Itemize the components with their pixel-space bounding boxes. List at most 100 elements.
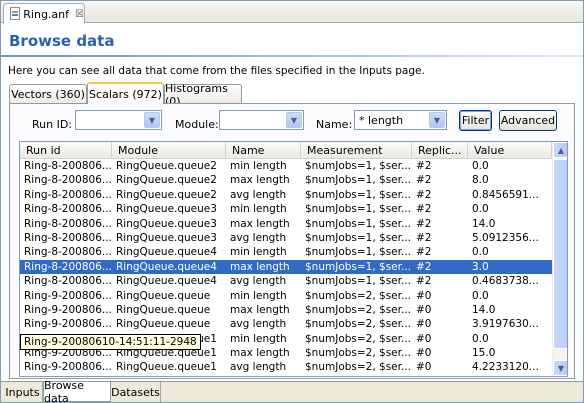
cell-value: 8.0 xyxy=(472,174,489,187)
cell-replication: #0 xyxy=(416,332,432,345)
cell-run-id: Ring-9-200806... xyxy=(24,303,112,316)
cell-value: 3.9197630... xyxy=(472,318,539,331)
cell-module: RingQueue.queue xyxy=(116,303,211,316)
scrollbar-thumb[interactable] xyxy=(553,159,567,349)
table-row[interactable]: Ring-8-200806... RingQueue.queue2 min leng… xyxy=(20,159,552,173)
cell-run-id: Ring-8-200806... xyxy=(24,275,112,288)
chevron-down-icon[interactable]: ▼ xyxy=(144,112,160,128)
column-header-module[interactable]: Module xyxy=(112,142,226,159)
cell-module: RingQueue.queue4 xyxy=(116,246,217,259)
cell-name: avg length xyxy=(230,231,287,244)
cell-replication: #2 xyxy=(416,174,432,187)
arrow-up-icon[interactable]: ▲ xyxy=(553,142,567,158)
window: Ring.anf ☒ Browse data Here you can see … xyxy=(0,0,584,403)
cell-name: min length xyxy=(230,289,287,302)
cell-module: RingQueue.queue2 xyxy=(116,160,217,172)
cell-value: 0.0 xyxy=(472,246,489,259)
column-header-value[interactable]: Value xyxy=(468,142,552,159)
table-row[interactable]: Ring-8-200806... RingQueue.queue3 avg leng… xyxy=(20,231,552,245)
column-header-run-id[interactable]: Run id xyxy=(20,142,112,159)
analysis-file-icon xyxy=(8,7,20,21)
cell-replication: #2 xyxy=(416,203,432,216)
cell-replication: #2 xyxy=(416,260,432,273)
cell-measurement: $numJobs=1, $ser... xyxy=(305,246,412,259)
cell-run-id: Ring-9-200806... xyxy=(20,375,112,377)
cell-measurement: $numJobs=1, $ser... xyxy=(305,260,412,273)
cell-value: 14.0 xyxy=(472,217,496,230)
cell-replication: #2 xyxy=(416,160,432,172)
chevron-down-icon[interactable]: ▼ xyxy=(429,112,445,128)
tab-histograms[interactable]: Histograms (0) xyxy=(164,82,242,108)
name-combo[interactable]: * length ▼ xyxy=(354,110,447,130)
page-tab-browse-data[interactable]: Browse data xyxy=(43,379,111,402)
editor-tab-ring-anf[interactable]: Ring.anf ☒ xyxy=(3,3,85,24)
run-id-combo[interactable]: ▼ xyxy=(75,110,162,130)
cell-module: RingQueue.queue2 xyxy=(116,174,217,187)
table-row[interactable]: Ring-8-200806... RingQueue.queue4 min leng… xyxy=(20,245,552,259)
cell-name: avg length xyxy=(230,361,287,374)
column-header-replication[interactable]: Replic... xyxy=(412,142,468,159)
cell-name: min length xyxy=(226,375,301,377)
table-row[interactable]: Ring-9-200806...RingQueue.queue2min leng… xyxy=(20,375,552,377)
table-row[interactable]: Ring-8-200806... RingQueue.queue3 min leng… xyxy=(20,202,552,216)
editor-tab-bar: Ring.anf ☒ xyxy=(1,1,583,24)
cell-module: RingQueue.queue xyxy=(116,289,211,302)
module-combo[interactable]: ▼ xyxy=(219,110,304,130)
cell-run-id: Ring-8-200806... xyxy=(24,160,112,172)
name-label: Name: xyxy=(316,118,353,131)
cell-module: RingQueue.queue2 xyxy=(112,375,226,377)
cell-run-id: Ring-8-200806... xyxy=(24,231,112,244)
table-row[interactable]: Ring-9-200806... RingQueue.queue min lengt… xyxy=(20,289,552,303)
cell-name: max length xyxy=(230,217,290,230)
table-row[interactable]: Ring-9-200806... RingQueue.queue max lengt… xyxy=(20,303,552,317)
table-row[interactable]: Ring-8-200806... RingQueue.queue4 avg leng… xyxy=(20,274,552,288)
run-id-label: Run ID: xyxy=(32,118,73,131)
page-description: Here you can see all data that come from… xyxy=(8,65,425,77)
module-label: Module: xyxy=(175,118,219,131)
cell-value: 15.0 xyxy=(472,347,496,360)
cell-module: RingQueue.queue xyxy=(116,318,211,331)
arrow-down-icon[interactable]: ▼ xyxy=(553,360,567,376)
cell-replication: #0 xyxy=(416,289,432,302)
table-row[interactable]: Ring-8-200806... RingQueue.queue4 max leng… xyxy=(20,259,552,275)
cell-replication: #0 xyxy=(412,375,468,377)
page-tab-inputs[interactable]: Inputs xyxy=(3,382,43,402)
cell-value: 0.8456591... xyxy=(472,188,539,201)
cell-module: RingQueue.queue1 xyxy=(116,361,217,374)
editor-tab-title: Ring.anf xyxy=(23,7,70,21)
column-header-measurement[interactable]: Measurement xyxy=(301,142,412,159)
table-row[interactable]: Ring-8-200806... RingQueue.queue2 avg leng… xyxy=(20,188,552,202)
advanced-button[interactable]: Advanced xyxy=(499,110,557,131)
filter-button[interactable]: Filter xyxy=(459,110,492,131)
close-icon[interactable]: ☒ xyxy=(75,9,84,20)
cell-run-id: Ring-8-200806... xyxy=(24,188,112,201)
cell-value: 3.0 xyxy=(472,260,489,273)
table-row[interactable]: Ring-8-200806... RingQueue.queue2 max leng… xyxy=(20,173,552,187)
column-header-name[interactable]: Name xyxy=(226,142,301,159)
cell-measurement: $numJobs=2, $ser... xyxy=(305,303,412,316)
run-id-tooltip: Ring-9-20080610-14:51:11-2948 xyxy=(20,334,201,350)
cell-measurement: $numJobs=2, $ser... xyxy=(301,375,412,377)
table-row[interactable]: Ring-8-200806... RingQueue.queue3 max leng… xyxy=(20,217,552,231)
cell-name: min length xyxy=(230,246,287,259)
table-row[interactable]: Ring-9-200806... RingQueue.queue avg lengt… xyxy=(20,317,552,331)
data-type-tabs: Vectors (360) Scalars (972) Histograms (… xyxy=(9,82,575,108)
cell-module: RingQueue.queue2 xyxy=(116,188,217,201)
page-tab-datasets[interactable]: Datasets xyxy=(111,382,161,402)
cell-run-id: Ring-8-200806... xyxy=(24,174,112,187)
cell-measurement: $numJobs=1, $ser... xyxy=(305,174,412,187)
title-divider xyxy=(1,55,583,57)
cell-replication: #2 xyxy=(416,231,432,244)
cell-value: 5.0912356... xyxy=(472,231,539,244)
cell-value: 0.0 xyxy=(472,289,489,302)
chevron-down-icon[interactable]: ▼ xyxy=(286,112,302,128)
tab-vectors[interactable]: Vectors (360) xyxy=(9,84,87,104)
cell-measurement: $numJobs=1, $ser... xyxy=(305,217,412,230)
tab-scalars[interactable]: Scalars (972) xyxy=(87,82,164,104)
vertical-scrollbar[interactable]: ▲ ▼ xyxy=(552,142,567,376)
cell-name: avg length xyxy=(230,188,287,201)
cell-replication: #2 xyxy=(416,217,432,230)
cell-run-id: Ring-8-200806... xyxy=(24,260,112,273)
table-row[interactable]: Ring-9-200806... RingQueue.queue1 avg leng… xyxy=(20,360,552,374)
cell-replication: #0 xyxy=(416,347,432,360)
